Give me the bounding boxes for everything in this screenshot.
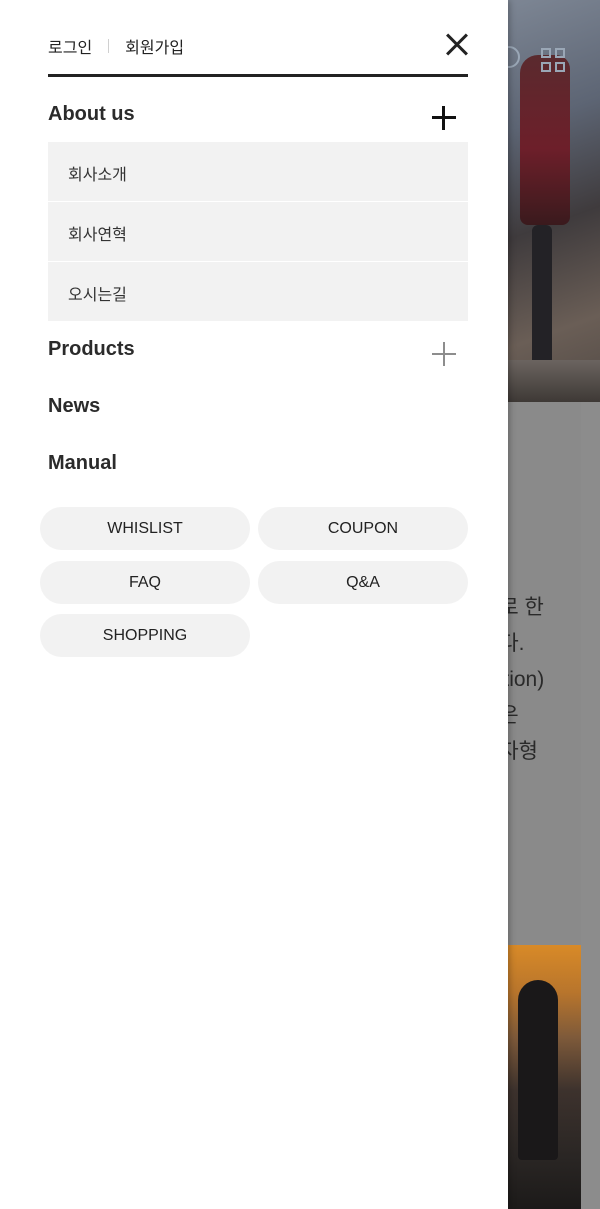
menu-item-about-us[interactable]: About us [48,100,468,140]
hiker-backpack [520,55,570,225]
menu-label: Products [48,338,135,360]
submenu-label: 회사연혁 [68,227,127,244]
menu-label: Manual [48,452,117,474]
background-strip [581,402,600,1209]
submenu-label: 오시는길 [68,287,127,304]
rock-ledge [508,360,600,402]
submenu-label: 회사소개 [68,167,127,184]
menu-item-manual[interactable]: Manual [48,449,468,489]
close-icon[interactable] [444,32,470,58]
side-drawer: 로그인 회원가입 About us 회사소개 회사연혁 오시는길 Product… [0,0,508,1209]
menu-label: About us [48,103,135,125]
plus-icon[interactable] [432,106,456,130]
menu-item-news[interactable]: News [48,392,468,432]
signup-link[interactable]: 회원가입 [125,34,184,58]
hiker-leg [532,225,552,370]
menu-item-products[interactable]: Products [48,335,468,375]
plus-icon[interactable] [432,342,456,366]
sunset-hiker-image [508,945,581,1209]
submenu-item-history[interactable]: 회사연혁 [48,202,468,262]
submenu-item-company[interactable]: 회사소개 [48,142,468,202]
submenu-item-directions[interactable]: 오시는길 [48,262,468,322]
hiker-silhouette [518,980,558,1160]
coupon-button[interactable]: COUPON [258,507,468,550]
about-submenu: 회사소개 회사연혁 오시는길 [48,142,468,322]
header-divider [48,74,468,77]
wishlist-button[interactable]: WHISLIST [40,507,250,550]
auth-links: 로그인 회원가입 [48,34,184,58]
login-link[interactable]: 로그인 [48,34,92,58]
faq-button[interactable]: FAQ [40,561,250,604]
link-divider [108,39,110,53]
menu-label: News [48,395,101,417]
shopping-button[interactable]: SHOPPING [40,614,250,657]
qna-button[interactable]: Q&A [258,561,468,604]
grid-menu-icon [541,48,567,74]
